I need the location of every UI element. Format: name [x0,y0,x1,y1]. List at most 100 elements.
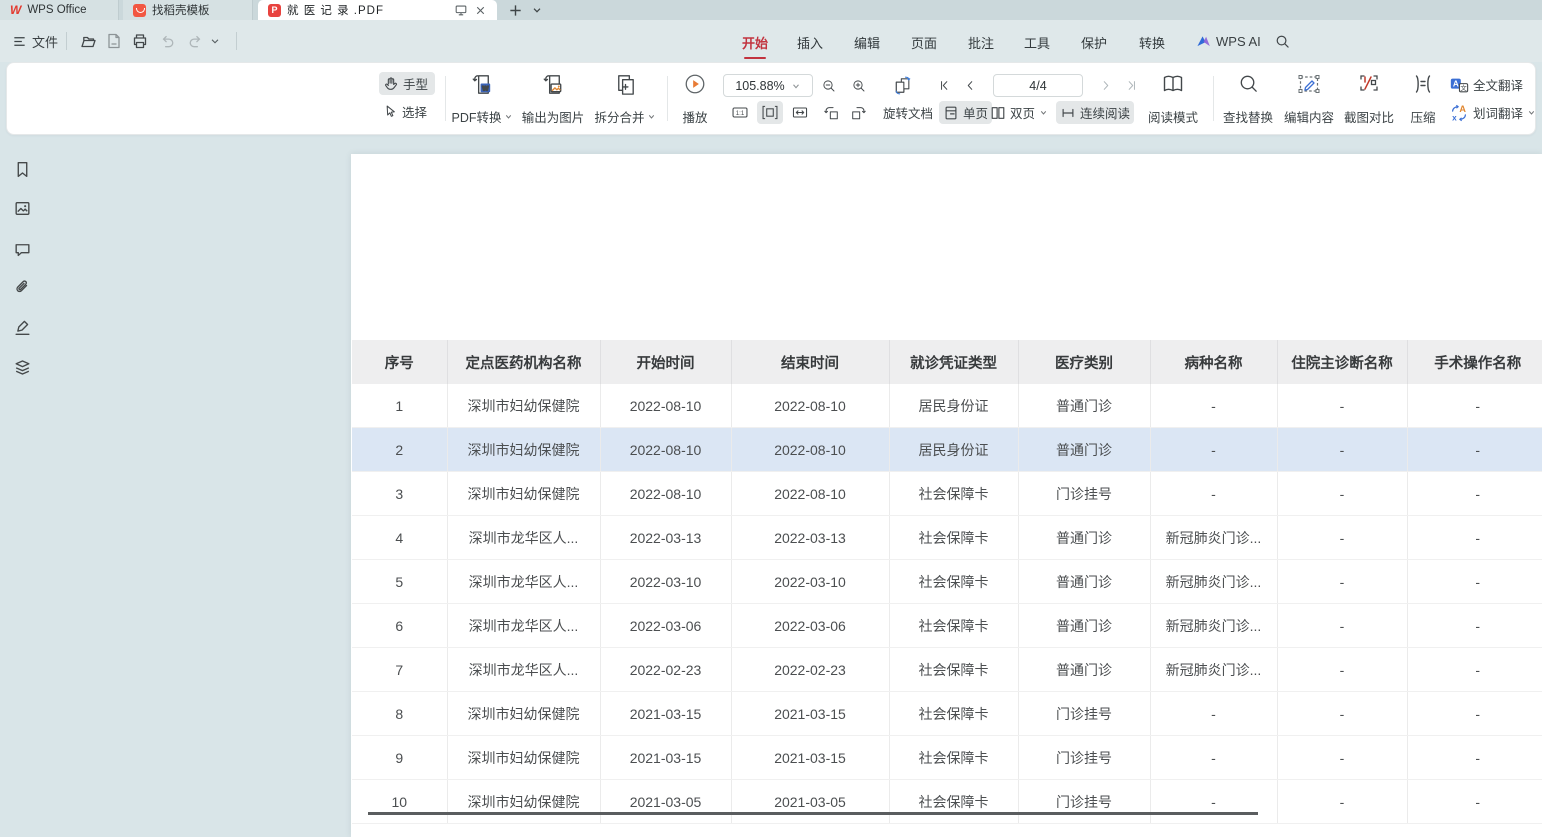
menu-item-convert[interactable]: 转换 [1139,33,1165,52]
zoom-level-value: 105.88% [735,79,784,93]
word-translate-button[interactable]: Ax 划词翻译 [1445,101,1540,124]
zoom-out-button[interactable] [817,74,841,97]
tab-close-icon[interactable] [474,4,487,17]
table-cell: 社会保障卡 [889,648,1018,692]
first-page-button[interactable] [933,74,955,97]
select-tool-button[interactable]: 选择 [379,100,435,123]
bookmarks-panel-button[interactable] [13,160,32,179]
actual-size-button[interactable]: 1:1 [727,101,753,124]
save-button[interactable] [102,29,126,53]
screenshot-compare-label: 截图对比 [1344,107,1394,126]
full-translate-button[interactable]: A文 全文翻译 [1445,73,1527,96]
menu-item-comment[interactable]: 批注 [968,33,994,52]
single-page-button[interactable]: 单页 [939,101,992,124]
table-cell: 2022-03-13 [600,516,731,560]
split-merge-label: 拆分合并 [594,107,644,126]
zoom-level-select[interactable]: 105.88% [723,74,813,97]
table-cell: 门诊挂号 [1018,736,1150,780]
menu-item-tools[interactable]: 工具 [1024,33,1050,52]
export-image-button[interactable]: 输出为图片 [515,69,591,129]
table-cell: 4 [352,516,447,560]
compress-button[interactable]: 压缩 [1399,69,1447,129]
menu-item-protect[interactable]: 保护 [1081,33,1107,52]
pdf-convert-button[interactable]: W PDF转换 [447,69,517,129]
edit-content-label: 编辑内容 [1284,107,1334,126]
play-button[interactable]: 播放 [671,69,719,129]
table-cell: 8 [352,692,447,736]
split-merge-button[interactable]: 拆分合并 [589,69,661,129]
table-cell: 1 [352,384,447,428]
table-cell: - [1150,428,1277,472]
layers-icon [13,358,32,377]
next-page-button[interactable] [1095,74,1117,97]
replace-pages-button[interactable] [889,74,917,97]
menu-item-insert[interactable]: 插入 [797,33,823,52]
undo-button[interactable] [156,29,180,53]
signature-panel-button[interactable] [13,318,32,337]
last-page-button[interactable] [1121,74,1143,97]
print-button[interactable] [128,29,152,53]
tab-list-chevron-icon[interactable] [528,1,546,19]
table-cell: 2022-02-23 [731,648,889,692]
rotate-left-button[interactable] [819,101,844,124]
new-tab-button[interactable] [506,1,524,19]
menu-item-edit[interactable]: 编辑 [854,33,880,52]
tab-medical-record-pdf[interactable]: P 就 医 记 录 .PDF [258,0,497,20]
table-cell: - [1150,384,1277,428]
table-cell: 2021-03-05 [600,780,731,824]
redo-button[interactable] [182,29,206,53]
hand-tool-button[interactable]: 手型 [379,72,435,95]
attachments-panel-button[interactable] [13,279,32,298]
single-page-icon [943,105,959,121]
hamburger-icon [12,34,27,49]
table-body: 1深圳市妇幼保健院2022-08-102022-08-10居民身份证普通门诊--… [352,384,1542,824]
comments-panel-button[interactable] [13,240,32,259]
table-cell: 社会保障卡 [889,516,1018,560]
rotate-document-button[interactable]: 旋转文档 [879,101,937,124]
table-cell: 2021-03-15 [600,692,731,736]
table-cell: 普通门诊 [1018,516,1150,560]
fit-width-button[interactable] [757,101,783,124]
table-header-cell: 病种名称 [1150,340,1277,384]
double-page-button[interactable]: 双页 [986,101,1052,124]
tab-docer-templates[interactable]: 找稻壳模板 [123,0,253,20]
file-menu-button[interactable]: 文件 [12,29,58,53]
menu-item-page[interactable]: 页面 [911,33,937,52]
svg-text:W: W [482,85,489,92]
continuous-reading-button[interactable]: 连续阅读 [1056,101,1134,124]
zoom-in-button[interactable] [847,74,871,97]
pdf-page[interactable]: 序号定点医药机构名称开始时间结束时间就诊凭证类型医疗类别病种名称住院主诊断名称手… [351,154,1542,837]
divider [667,76,668,121]
full-translate-icon: A文 [1449,75,1469,95]
ribbon-search-button[interactable] [1270,29,1294,53]
layers-panel-button[interactable] [13,358,32,377]
read-mode-button[interactable]: 阅读模式 [1143,69,1203,129]
page-number-input[interactable]: 4/4 [993,74,1083,97]
find-replace-button[interactable]: 查找替换 [1219,69,1277,129]
tab-monitor-icon[interactable] [454,3,468,17]
one-to-one-icon: 1:1 [731,102,749,123]
menu-item-home[interactable]: 开始 [742,33,768,52]
open-file-button[interactable] [76,29,100,53]
rotate-right-button[interactable] [846,101,871,124]
edit-content-icon [1297,72,1321,96]
table-cell: 3 [352,472,447,516]
split-merge-icon [613,72,638,97]
previous-page-button[interactable] [959,74,981,97]
chevron-down-icon [647,112,656,121]
thumbnails-panel-button[interactable] [13,199,32,218]
screenshot-compare-button[interactable]: 截图对比 [1339,69,1399,129]
table-cell: 2022-08-10 [600,384,731,428]
tab-wps-office[interactable]: W WPS Office [0,0,119,20]
quickbar-chevron-icon[interactable] [206,29,224,53]
folder-open-icon [79,32,97,50]
table-cell: - [1277,604,1407,648]
edit-content-button[interactable]: 编辑内容 [1279,69,1339,129]
hand-tool-label: 手型 [403,74,428,93]
table-row: 5深圳市龙华区人...2022-03-102022-03-10社会保障卡普通门诊… [352,560,1542,604]
fit-page-button[interactable] [787,101,813,124]
pdf-convert-label: PDF转换 [451,107,501,126]
wps-ai-button[interactable]: WPS AI [1196,29,1261,53]
table-header-cell: 序号 [352,340,447,384]
table-cell: 2022-03-13 [731,516,889,560]
